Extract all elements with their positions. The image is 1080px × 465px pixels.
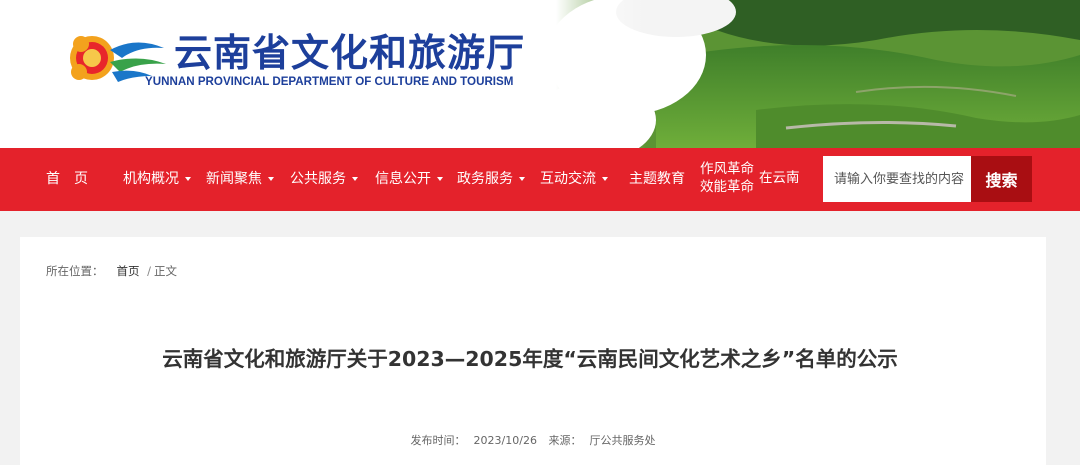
chevron-down-icon xyxy=(602,177,608,181)
breadcrumb-home-link[interactable]: 首页 xyxy=(117,264,140,278)
site-subtitle: YUNNAN PROVINCIAL DEPARTMENT OF CULTURE … xyxy=(145,75,514,88)
article-title: 云南省文化和旅游厅关于2023—2025年度“云南民间文化艺术之乡”名单的公示 xyxy=(162,347,898,371)
nav-item-label-suffix[interactable]: 在云南 xyxy=(759,169,800,187)
nav-item-label: 政务服务 xyxy=(457,171,513,187)
publish-date-label: 发布时间： xyxy=(410,434,466,447)
nav-item-theme-education[interactable]: 主题教育 xyxy=(629,148,685,211)
site-title: 云南省文化和旅游厅 xyxy=(174,31,526,75)
source-label: 来源： xyxy=(548,434,582,447)
article-card: 所在位置： 首页 / 正文 云南省文化和旅游厅关于2023—2025年度“云南民间文… xyxy=(20,237,1046,465)
search-button[interactable]: 搜索 xyxy=(971,156,1032,202)
search-input[interactable] xyxy=(823,156,971,202)
nav-item-label: 公共服务 xyxy=(290,171,346,187)
breadcrumb-separator: / xyxy=(147,264,152,278)
breadcrumb: 所在位置： 首页 / 正文 xyxy=(46,263,177,279)
nav-item-label: 机构概况 xyxy=(123,171,179,187)
breadcrumb-label: 所在位置： xyxy=(46,264,104,278)
chevron-down-icon xyxy=(352,177,358,181)
nav-item-about[interactable]: 机构概况 xyxy=(123,148,191,211)
nav-item-interaction[interactable]: 互动交流 xyxy=(540,148,608,211)
nav-item-style-revolution[interactable]: 作风革命 效能革命 xyxy=(700,160,754,196)
nav-item-label: 互动交流 xyxy=(540,171,596,187)
source: 厅公共服务处 xyxy=(589,434,656,447)
nav-item-news[interactable]: 新闻聚焦 xyxy=(206,148,274,211)
site-header: 云南省文化和旅游厅 YUNNAN PROVINCIAL DEPARTMENT O… xyxy=(0,0,1080,148)
landscape-banner-image xyxy=(556,0,1080,148)
nav-item-label-line1: 作风革命 xyxy=(700,161,754,177)
nav-item-label: 信息公开 xyxy=(375,171,431,187)
nav-item-government-services[interactable]: 政务服务 xyxy=(457,148,525,211)
article-meta: 发布时间： 2023/10/26 来源： 厅公共服务处 xyxy=(20,432,1046,448)
nav-item-label-line2: 效能革命 xyxy=(700,179,754,195)
nav-item-info-disclosure[interactable]: 信息公开 xyxy=(375,148,443,211)
chevron-down-icon xyxy=(437,177,443,181)
nav-item-public-services[interactable]: 公共服务 xyxy=(290,148,358,211)
nav-item-label: 新闻聚焦 xyxy=(206,171,262,187)
chevron-down-icon xyxy=(268,177,274,181)
publish-date: 2023/10/26 xyxy=(473,434,537,447)
chevron-down-icon xyxy=(185,177,191,181)
breadcrumb-current: 正文 xyxy=(154,264,178,278)
nav-item-label: 首 页 xyxy=(46,171,88,187)
chevron-down-icon xyxy=(519,177,525,181)
nav-item-label: 主题教育 xyxy=(629,171,685,187)
nav-item-home[interactable]: 首 页 xyxy=(46,148,88,211)
